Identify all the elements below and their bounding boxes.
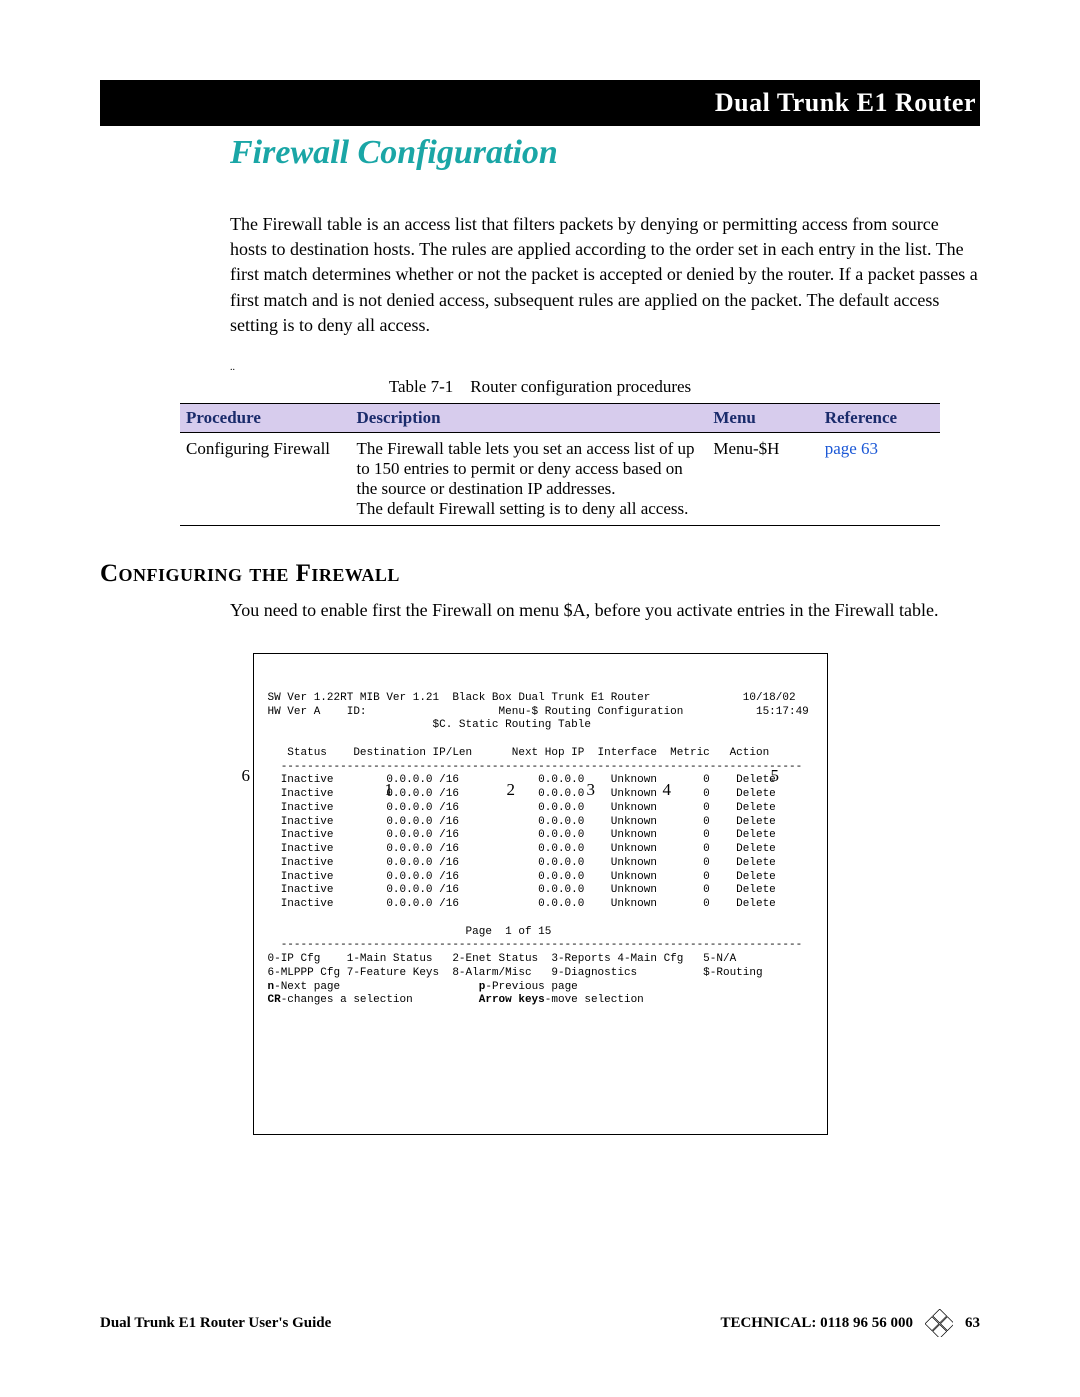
term-row: Inactive 0.0.0.0 /16 0.0.0.0 Unknown 0 D… [268, 774, 776, 786]
footer-left: Dual Trunk E1 Router User's Guide [100, 1315, 331, 1332]
footer-page-number: 63 [965, 1315, 980, 1332]
page-footer: Dual Trunk E1 Router User's Guide TECHNI… [100, 1309, 980, 1337]
table-caption: Table 7-1 Router configuration procedure… [100, 377, 980, 397]
term-line: SW Ver 1.22RT MIB Ver 1.21 Black Box Dua… [268, 692, 796, 704]
cell-reference: page 63 [819, 432, 940, 525]
callout-2: 2 [507, 779, 516, 800]
term-hint: n-Next page p-Previous page [268, 981, 578, 993]
chapter-title: Firewall Configuration [230, 134, 980, 172]
callout-1: 1 [385, 779, 394, 800]
callout-4: 4 [663, 779, 672, 800]
term-line: HW Ver A ID: Menu-$ Routing Configuratio… [268, 706, 809, 718]
table-dots: .. [230, 362, 980, 373]
document-page: Dual Trunk E1 Router Firewall Configurat… [0, 0, 1080, 1397]
term-line: $C. Static Routing Table [268, 719, 591, 731]
header-blackbar: Dual Trunk E1 Router [100, 80, 980, 126]
term-row: Inactive 0.0.0.0 /16 0.0.0.0 Unknown 0 D… [268, 802, 776, 814]
th-reference: Reference [819, 403, 940, 432]
cell-description: The Firewall table lets you set an acces… [351, 432, 708, 525]
procedures-table: Procedure Description Menu Reference Con… [180, 403, 940, 526]
callout-5: 5 [771, 765, 780, 786]
section-lead: You need to enable first the Firewall on… [230, 598, 980, 623]
product-title: Dual Trunk E1 Router [715, 88, 976, 118]
term-row: Inactive 0.0.0.0 /16 0.0.0.0 Unknown 0 D… [268, 829, 776, 841]
term-row: Inactive 0.0.0.0 /16 0.0.0.0 Unknown 0 D… [268, 816, 776, 828]
term-col-header: Status Destination IP/Len Next Hop IP In… [268, 747, 770, 759]
footer-technical: TECHNICAL: 0118 96 56 000 [720, 1315, 913, 1332]
th-menu: Menu [707, 403, 818, 432]
page-ref-link[interactable]: page 63 [825, 439, 878, 458]
diamond-icon [925, 1309, 953, 1337]
intro-paragraph: The Firewall table is an access list tha… [230, 212, 980, 338]
term-row: Inactive 0.0.0.0 /16 0.0.0.0 Unknown 0 D… [268, 884, 776, 896]
cell-procedure: Configuring Firewall [180, 432, 351, 525]
footer-right: TECHNICAL: 0118 96 56 000 63 [720, 1309, 980, 1337]
callout-6: 6 [242, 765, 251, 786]
cell-menu: Menu-$H [707, 432, 818, 525]
term-menubar: 6-MLPPP Cfg 7-Feature Keys 8-Alarm/Misc … [268, 967, 763, 979]
term-menubar: 0-IP Cfg 1-Main Status 2-Enet Status 3-R… [268, 953, 737, 965]
term-rule: ----------------------------------------… [268, 761, 803, 773]
terminal-screenshot: SW Ver 1.22RT MIB Ver 1.21 Black Box Dua… [253, 653, 828, 1135]
table-row: Configuring Firewall The Firewall table … [180, 432, 940, 525]
term-row: Inactive 0.0.0.0 /16 0.0.0.0 Unknown 0 D… [268, 843, 776, 855]
term-rule: ----------------------------------------… [268, 939, 803, 951]
term-hint: CR-changes a selection Arrow keys-move s… [268, 994, 644, 1006]
term-row: Inactive 0.0.0.0 /16 0.0.0.0 Unknown 0 D… [268, 788, 776, 800]
th-procedure: Procedure [180, 403, 351, 432]
callout-3: 3 [587, 779, 596, 800]
term-row: Inactive 0.0.0.0 /16 0.0.0.0 Unknown 0 D… [268, 871, 776, 883]
term-row: Inactive 0.0.0.0 /16 0.0.0.0 Unknown 0 D… [268, 898, 776, 910]
term-pager: Page 1 of 15 [268, 926, 552, 938]
term-row: Inactive 0.0.0.0 /16 0.0.0.0 Unknown 0 D… [268, 857, 776, 869]
section-heading: Configuring the Firewall [100, 560, 980, 588]
th-description: Description [351, 403, 708, 432]
